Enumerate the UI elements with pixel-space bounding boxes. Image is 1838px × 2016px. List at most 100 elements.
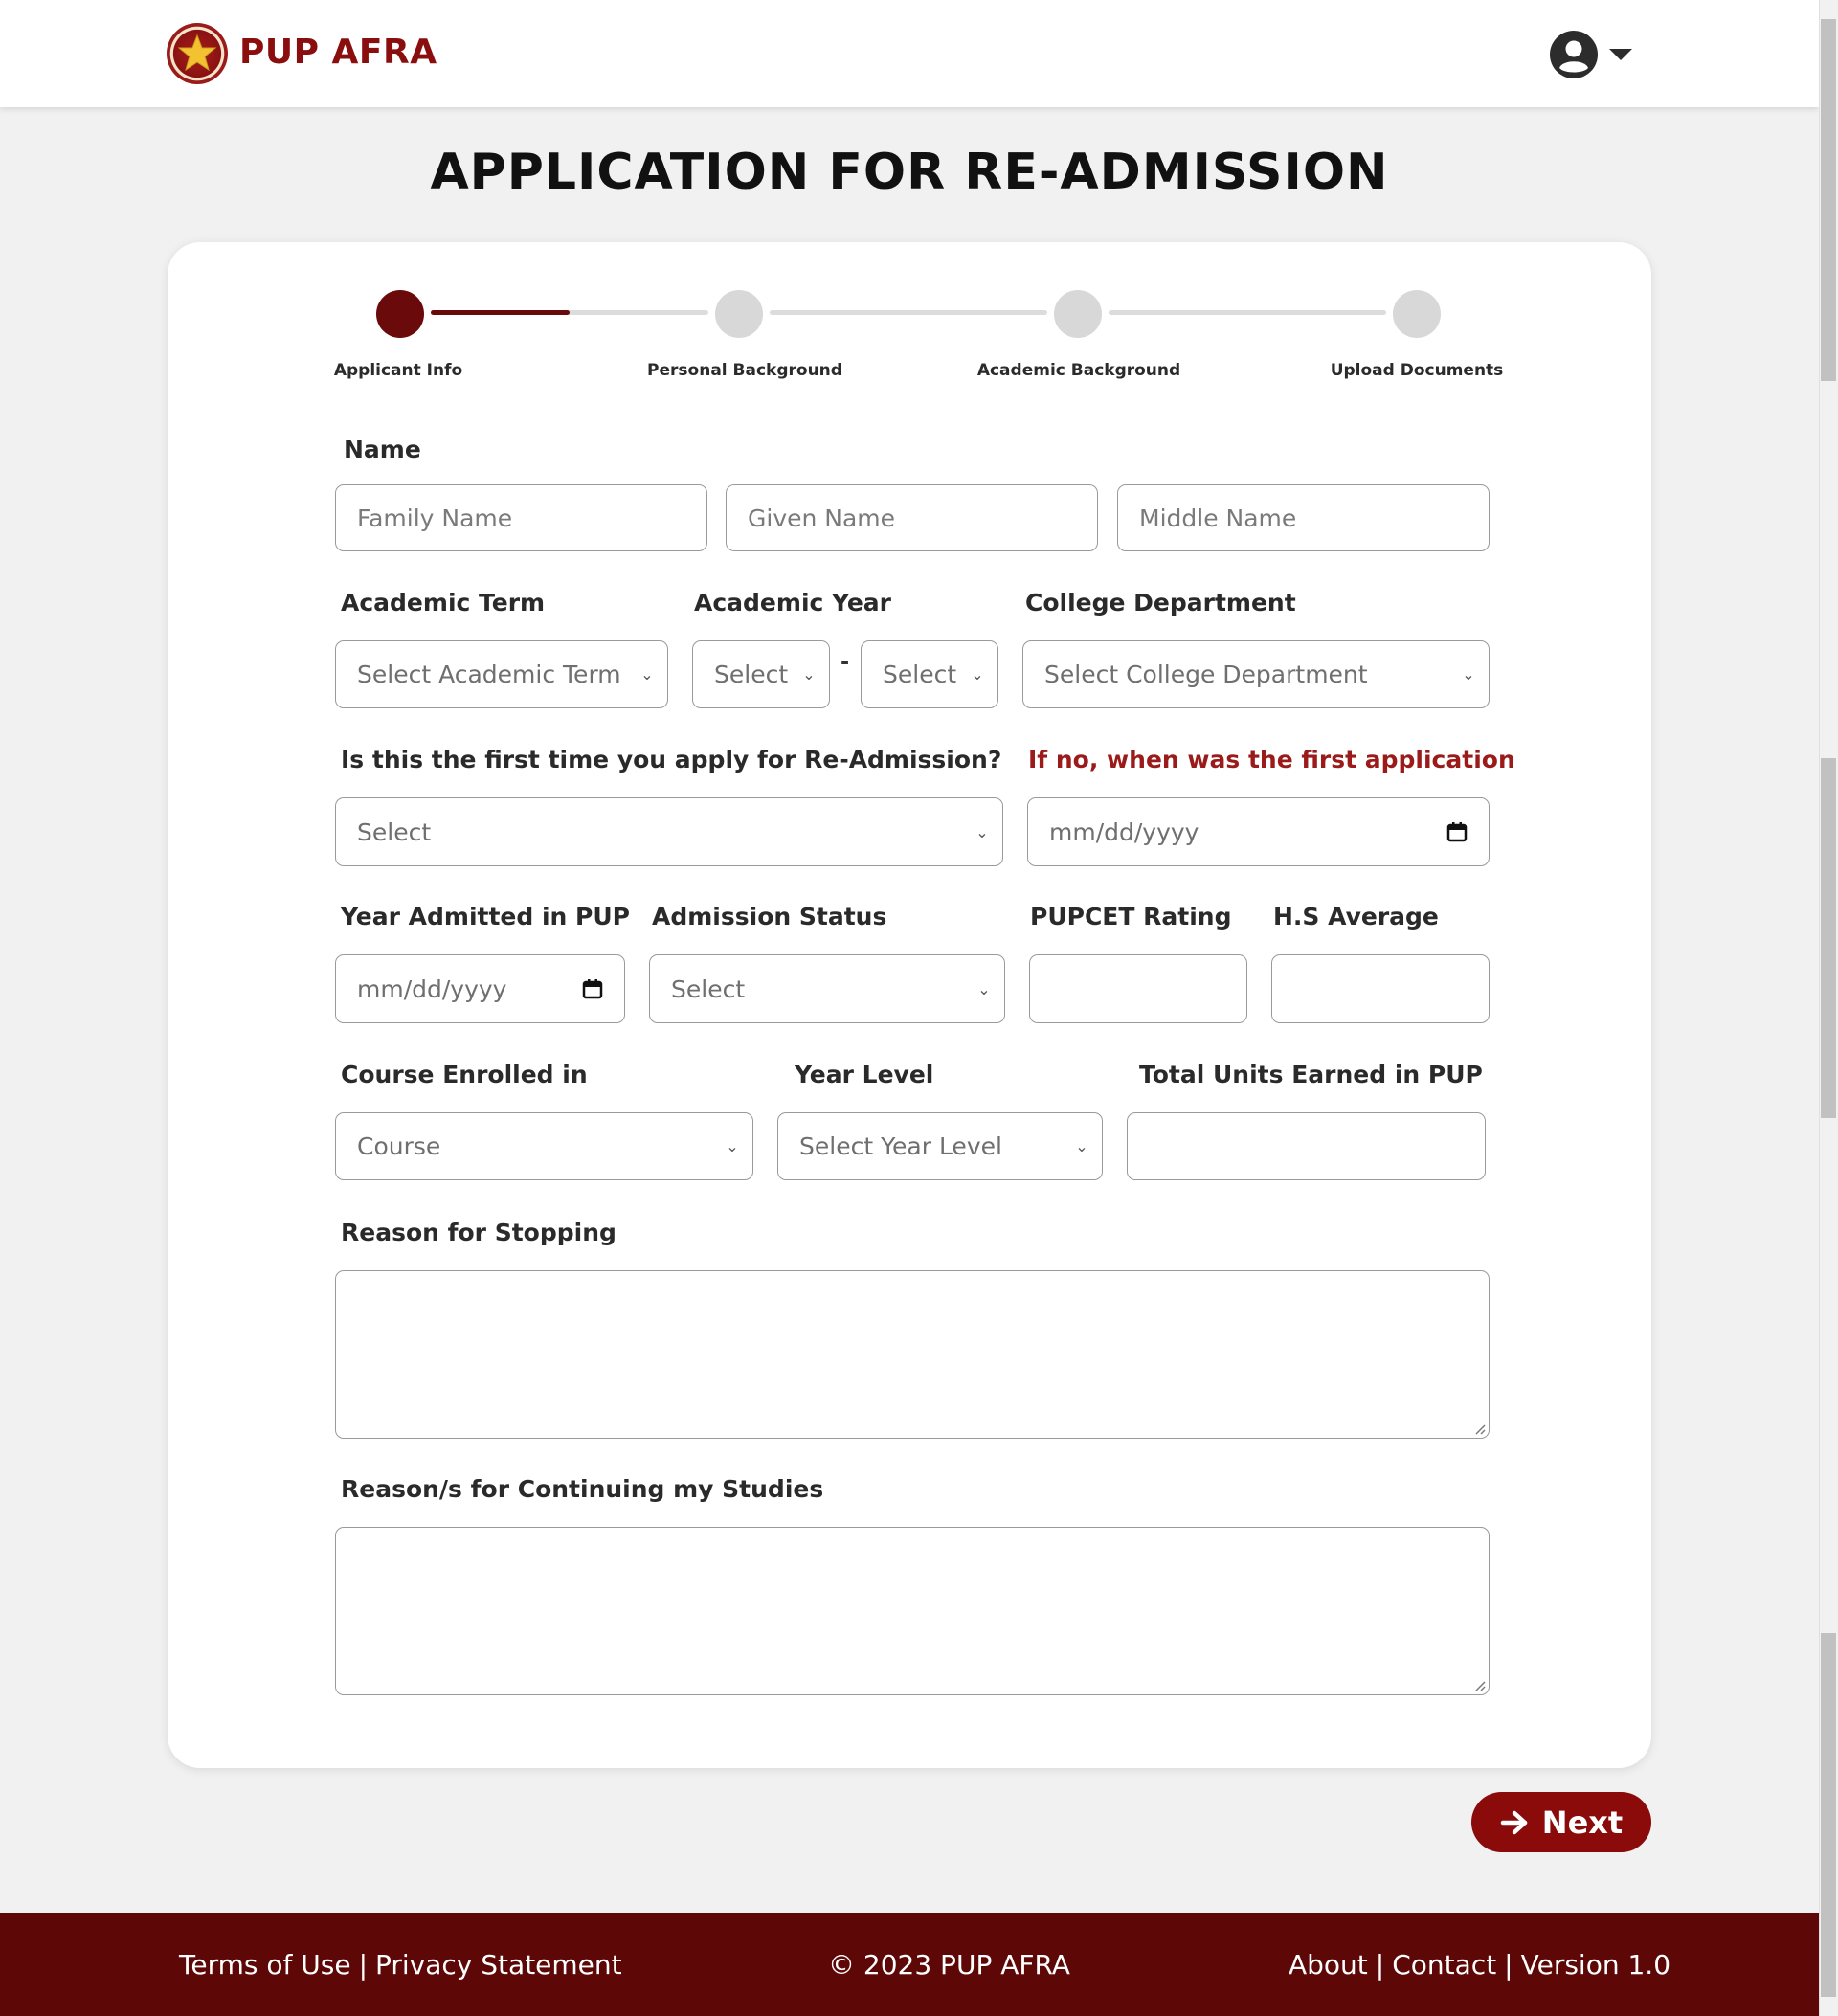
top-navbar: PUP AFRA [0, 0, 1819, 107]
step-label-personal-background: Personal Background [647, 361, 842, 380]
chevron-down-icon: ⌄ [975, 822, 989, 841]
step-dot-upload-documents[interactable] [1393, 290, 1441, 338]
college-department-select[interactable]: Select College Department ⌄ [1022, 640, 1490, 708]
pupcet-rating-field[interactable] [1029, 954, 1247, 1023]
calendar-icon[interactable] [1446, 821, 1468, 842]
user-menu-button[interactable] [1549, 29, 1635, 80]
chevron-down-icon: ⌄ [640, 665, 654, 683]
middle-name-field[interactable] [1117, 484, 1490, 551]
scrollbar-thumb-secondary[interactable] [1821, 758, 1836, 1118]
form-card: Applicant Info Personal Background Acade… [168, 242, 1651, 1768]
resize-handle-icon[interactable] [1474, 1680, 1486, 1691]
chevron-down-icon: ⌄ [1075, 1137, 1088, 1155]
page-title: APPLICATION FOR RE-ADMISSION [430, 144, 1389, 201]
step-label-upload-documents: Upload Documents [1330, 361, 1504, 380]
first-time-value: Select [357, 818, 432, 846]
footer-separator: | [358, 1949, 368, 1981]
pupcet-rating-label: PUPCET Rating [1030, 903, 1232, 930]
pup-seal-icon[interactable] [167, 23, 228, 84]
reason-continuing-textarea[interactable] [335, 1527, 1490, 1695]
user-circle-icon [1550, 31, 1598, 78]
admission-status-value: Select [671, 974, 746, 1003]
reason-continuing-label: Reason/s for Continuing my Studies [341, 1475, 824, 1503]
academic-year-end-value: Select [883, 661, 957, 688]
step-label-applicant-info: Applicant Info [333, 361, 463, 380]
admission-status-label: Admission Status [652, 903, 887, 930]
hs-average-field[interactable] [1271, 954, 1490, 1023]
academic-term-select[interactable]: Select Academic Term ⌄ [335, 640, 668, 708]
step-label-academic-background: Academic Background [976, 361, 1181, 380]
given-name-input[interactable] [748, 485, 1097, 550]
chevron-down-icon: ⌄ [977, 979, 991, 998]
step-progress-fill [431, 310, 570, 315]
brand-name[interactable]: PUP AFRA [239, 33, 437, 72]
footer-separator: | [1504, 1949, 1513, 1981]
caret-down-icon [1609, 49, 1632, 60]
admission-status-select[interactable]: Select ⌄ [649, 954, 1005, 1023]
year-level-value: Select Year Level [799, 1132, 1002, 1160]
reason-stopping-textarea[interactable] [335, 1270, 1490, 1439]
version-text: Version 1.0 [1520, 1949, 1671, 1981]
footer-legal-links: Terms of Use | Privacy Statement [179, 1949, 622, 1981]
year-level-select[interactable]: Select Year Level ⌄ [777, 1112, 1103, 1180]
year-admitted-date-field[interactable]: mm/dd/yyyy [335, 954, 625, 1023]
first-application-date-placeholder: mm/dd/yyyy [1049, 818, 1199, 846]
year-admitted-placeholder: mm/dd/yyyy [357, 974, 507, 1003]
first-time-select[interactable]: Select ⌄ [335, 797, 1003, 866]
step-connector-2 [770, 310, 1047, 315]
scrollbar-thumb-tertiary[interactable] [1821, 1633, 1836, 1997]
academic-term-label: Academic Term [341, 589, 546, 616]
first-application-label: If no, when was the first application [1028, 746, 1515, 773]
family-name-input[interactable] [357, 485, 706, 550]
middle-name-input[interactable] [1139, 485, 1489, 550]
course-select[interactable]: Course ⌄ [335, 1112, 753, 1180]
chevron-down-icon: ⌄ [802, 665, 816, 683]
resize-handle-icon[interactable] [1474, 1423, 1486, 1435]
privacy-statement-link[interactable]: Privacy Statement [375, 1949, 622, 1981]
total-units-label: Total Units Earned in PUP [1139, 1061, 1483, 1088]
pupcet-rating-input[interactable] [1051, 955, 1246, 1022]
footer-info-links: About | Contact | Version 1.0 [1289, 1949, 1670, 1981]
name-label: Name [344, 436, 421, 463]
footer: Terms of Use | Privacy Statement © 2023 PU… [0, 1913, 1819, 2016]
reason-stopping-label: Reason for Stopping [341, 1219, 616, 1246]
college-department-label: College Department [1025, 589, 1296, 616]
academic-year-separator: - [841, 651, 850, 675]
hs-average-input[interactable] [1293, 955, 1489, 1022]
contact-link[interactable]: Contact [1392, 1949, 1496, 1981]
college-department-value: Select College Department [1044, 661, 1368, 688]
step-connector-1 [431, 310, 708, 315]
given-name-field[interactable] [726, 484, 1098, 551]
total-units-input[interactable] [1149, 1113, 1485, 1179]
step-dot-applicant-info[interactable] [376, 290, 424, 338]
year-admitted-label: Year Admitted in PUP [341, 903, 631, 930]
hs-average-label: H.S Average [1273, 903, 1439, 930]
academic-year-label: Academic Year [694, 589, 891, 616]
arrow-right-icon [1500, 1810, 1528, 1834]
course-enrolled-label: Course Enrolled in [341, 1061, 588, 1088]
first-time-label: Is this the first time you apply for Re-… [341, 746, 1002, 773]
family-name-field[interactable] [335, 484, 707, 551]
scrollbar-thumb[interactable] [1821, 19, 1836, 381]
first-application-date-field[interactable]: mm/dd/yyyy [1027, 797, 1490, 866]
total-units-field[interactable] [1127, 1112, 1486, 1180]
about-link[interactable]: About [1289, 1949, 1368, 1981]
calendar-icon[interactable] [582, 978, 603, 999]
chevron-down-icon: ⌄ [971, 665, 984, 683]
chevron-down-icon: ⌄ [1462, 665, 1475, 683]
academic-term-value: Select Academic Term [357, 661, 621, 688]
next-label: Next [1541, 1803, 1624, 1841]
academic-year-start-value: Select [714, 661, 789, 688]
step-connector-3 [1109, 310, 1386, 315]
next-button[interactable]: Next [1471, 1792, 1651, 1852]
chevron-down-icon: ⌄ [726, 1137, 739, 1155]
academic-year-end-select[interactable]: Select ⌄ [861, 640, 998, 708]
step-dot-personal-background[interactable] [715, 290, 763, 338]
copyright-text: © 2023 PUP AFRA [828, 1949, 1070, 1981]
academic-year-start-select[interactable]: Select ⌄ [692, 640, 830, 708]
course-value: Course [357, 1132, 441, 1160]
year-level-label: Year Level [795, 1061, 934, 1088]
step-dot-academic-background[interactable] [1054, 290, 1102, 338]
footer-separator: | [1375, 1949, 1385, 1981]
terms-of-use-link[interactable]: Terms of Use [179, 1949, 351, 1981]
